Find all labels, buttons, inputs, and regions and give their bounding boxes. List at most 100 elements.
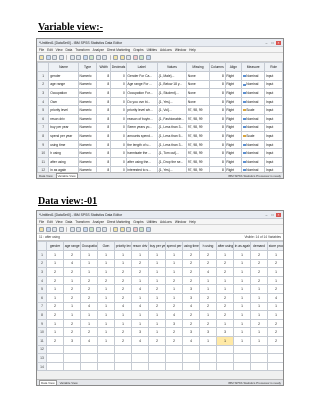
print-icon[interactable] [52, 226, 57, 232]
table-cell[interactable]: 1 [250, 301, 268, 312]
table-cell[interactable]: 2 [165, 275, 183, 286]
table-cell[interactable]: 1 [148, 292, 166, 303]
table-cell[interactable]: after using the... [125, 156, 158, 167]
undo-icon[interactable] [69, 226, 75, 232]
table-cell[interactable]: 1 [148, 267, 166, 277]
select-cases-icon[interactable] [139, 226, 144, 232]
table-cell[interactable]: 1 [148, 310, 166, 320]
table-cell[interactable]: reson driv [48, 113, 79, 124]
table-cell[interactable]: 1 [250, 310, 268, 320]
table-cell[interactable]: None [186, 88, 210, 98]
table-cell[interactable] [63, 344, 81, 355]
table-cell[interactable]: 2 [80, 292, 98, 303]
table-cell[interactable]: 2 [46, 267, 64, 277]
table-cell[interactable]: 2 [114, 267, 132, 277]
table-cell[interactable]: 1 [131, 250, 149, 260]
table-cell[interactable]: 1 [97, 327, 115, 337]
table-cell[interactable]: 97, 98, 99 [186, 148, 210, 158]
column-header[interactable] [37, 241, 47, 251]
table-cell[interactable]: buy per year [48, 122, 79, 133]
table-cell[interactable]: 1 [97, 292, 115, 303]
table-cell[interactable]: Input [264, 113, 283, 124]
table-cell[interactable]: 1 [148, 250, 166, 260]
table-cell[interactable]: 8 [96, 88, 111, 98]
table-cell[interactable] [165, 344, 183, 355]
save-icon[interactable] [45, 54, 51, 60]
table-cell[interactable] [131, 344, 149, 355]
table-cell[interactable]: 2 [148, 301, 166, 312]
table-cell[interactable]: Nominal [241, 96, 266, 107]
table-cell[interactable] [165, 361, 183, 372]
table-cell[interactable]: 1 [165, 258, 183, 269]
table-cell[interactable]: 1 [97, 258, 115, 269]
table-cell[interactable]: Input [264, 96, 283, 107]
table-cell[interactable]: 0 [109, 122, 127, 133]
table-cell[interactable]: Right [224, 131, 243, 141]
table-cell[interactable]: 8 [96, 131, 111, 141]
menu-item[interactable]: Transform [75, 48, 89, 52]
table-cell[interactable]: None [186, 79, 210, 90]
table-cell[interactable]: 2 [182, 318, 200, 329]
table-cell[interactable]: 1 [199, 335, 217, 346]
table-cell[interactable]: 1 [165, 267, 183, 277]
table-cell[interactable]: Input [264, 88, 283, 98]
redo-icon[interactable] [76, 226, 81, 232]
table-row[interactable]: 1 gender Numeric 8 0 Gender For Ca... {1, Male… [37, 71, 283, 81]
insert-cases-icon[interactable] [113, 54, 118, 60]
column-header[interactable]: in as again [233, 241, 251, 251]
table-cell[interactable]: 2 [114, 335, 132, 346]
table-cell[interactable] [114, 361, 132, 372]
table-cell[interactable]: 1 [63, 310, 81, 320]
table-cell[interactable]: 1 [233, 301, 251, 312]
column-header[interactable]: using time [182, 241, 200, 251]
goto-variable-icon[interactable] [89, 226, 94, 232]
table-cell[interactable]: Input [264, 139, 283, 150]
table-cell[interactable]: 2 [182, 258, 200, 269]
table-cell[interactable]: 2 [182, 275, 200, 286]
table-cell[interactable] [131, 353, 149, 363]
table-row[interactable]: 12 [37, 344, 283, 355]
table-cell[interactable]: Nominal [241, 148, 266, 158]
table-cell[interactable]: 1 [199, 310, 217, 320]
table-cell[interactable]: 1 [46, 292, 64, 303]
table-cell[interactable]: 0 [109, 113, 127, 124]
table-cell[interactable] [267, 344, 283, 355]
table-cell[interactable]: 2 [182, 310, 200, 320]
table-cell[interactable]: 2 [63, 292, 81, 303]
table-cell[interactable]: 4 [165, 310, 183, 320]
menu-item[interactable]: Analyze [93, 48, 104, 52]
table-cell[interactable]: 1 [46, 250, 64, 260]
table-cell[interactable]: 1 [233, 250, 251, 260]
open-icon[interactable] [39, 226, 44, 232]
table-cell[interactable]: 1 [233, 267, 251, 277]
table-row[interactable]: 3 Occupation Numeric 8 0 Occupation For... {1,… [37, 88, 283, 98]
table-cell[interactable] [46, 353, 64, 363]
table-cell[interactable]: using time [48, 139, 79, 150]
table-cell[interactable]: Right [224, 156, 243, 167]
table-cell[interactable]: 2 [267, 318, 283, 329]
table-cell[interactable]: 8 [208, 79, 226, 90]
table-cell[interactable]: 0 [109, 96, 127, 107]
table-cell[interactable]: 2 [46, 301, 64, 312]
table-cell[interactable]: 1 [46, 318, 64, 329]
table-cell[interactable]: 1 [148, 318, 166, 329]
table-row[interactable]: 2 age range Numeric 8 0 Age range For ... {1, … [37, 79, 283, 90]
table-row[interactable]: 6 reson driv Numeric 8 0 reason of buyin... {1… [37, 113, 283, 124]
table-cell[interactable]: Right [224, 122, 243, 133]
table-cell[interactable]: 1 [148, 258, 166, 269]
table-cell[interactable] [250, 353, 268, 363]
table-cell[interactable]: 2 [250, 250, 268, 260]
table-cell[interactable]: Right [224, 113, 243, 124]
table-row[interactable]: 912111113221122 [37, 318, 283, 329]
menu-item[interactable]: Direct Marketing [107, 220, 130, 224]
table-cell[interactable]: 1 [250, 327, 268, 337]
table-cell[interactable]: Seem years yo... [125, 122, 158, 133]
table-cell[interactable] [114, 344, 132, 355]
table-cell[interactable]: 1 [199, 284, 217, 294]
open-icon[interactable] [39, 54, 44, 60]
table-cell[interactable]: 1 [233, 258, 251, 269]
table-cell[interactable]: Input [264, 148, 283, 158]
table-cell[interactable]: 2 [165, 301, 183, 312]
table-cell[interactable]: 2 [199, 301, 217, 312]
table-cell[interactable] [46, 361, 64, 372]
